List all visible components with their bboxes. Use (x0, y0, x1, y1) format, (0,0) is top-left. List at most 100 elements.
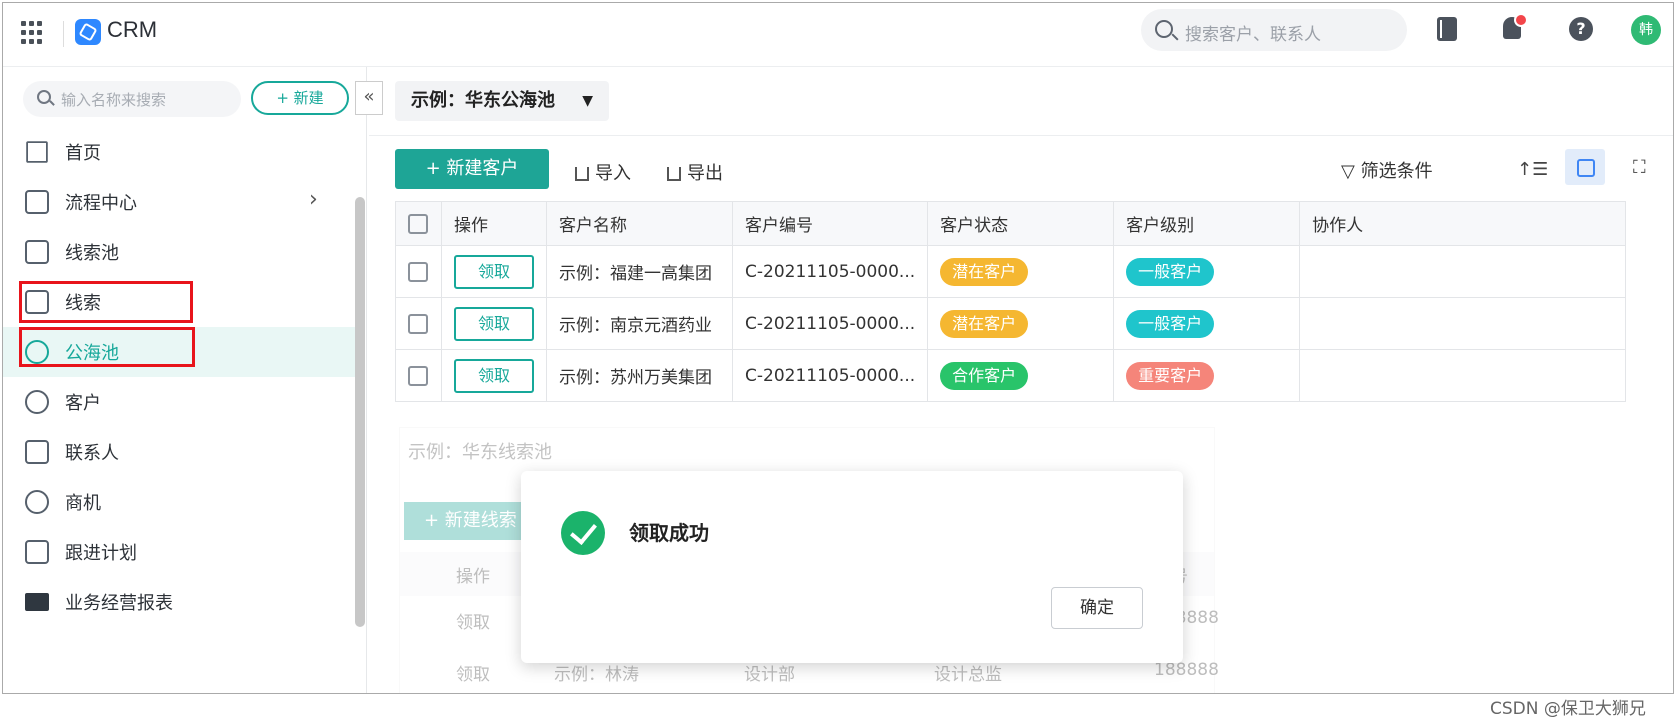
sidebar-item-label: 线索池 (65, 243, 119, 264)
status-cell: 潜在客户 (927, 297, 1115, 350)
notification-bell-icon[interactable] (1503, 13, 1528, 39)
column-header[interactable]: 客户名称 (546, 201, 733, 246)
chevron-down-icon: ▼ (582, 93, 593, 109)
chevron-right-icon: › (309, 187, 318, 212)
crm-logo-icon (75, 19, 101, 45)
collaborator-cell (1299, 349, 1627, 402)
sidebar-item-follow-plan[interactable]: 跟进计划 (3, 527, 355, 577)
status-badge: 潜在客户 (940, 309, 1029, 338)
column-header[interactable]: 客户编号 (731, 201, 929, 246)
background-title: 设计总监 (934, 665, 1002, 685)
filter-button[interactable]: ▽ 筛选条件 (1341, 157, 1433, 183)
sidebar-item-label: 首页 (65, 143, 101, 164)
divider (369, 135, 1673, 136)
folder-icon (25, 593, 49, 611)
row-checkbox-cell (395, 245, 442, 298)
row-checkbox-cell (395, 349, 442, 402)
customer-code: C-20211105-0000... (731, 297, 929, 350)
sort-icon[interactable]: ↑☰ (1517, 159, 1548, 180)
collapse-sidebar-button[interactable]: « (355, 81, 383, 115)
sidebar-item-label: 流程中心 (65, 193, 137, 214)
row-checkbox[interactable] (408, 261, 428, 282)
confirm-button[interactable]: 确定 (1051, 587, 1143, 629)
lead-pool-icon (25, 240, 49, 264)
row-checkbox[interactable] (408, 313, 428, 334)
sidebar-item-customers[interactable]: 客户 (3, 377, 355, 427)
sidebar-item-business-report[interactable]: 业务经营报表 (3, 577, 355, 627)
background-dept: 设计部 (744, 665, 795, 685)
export-icon (667, 167, 681, 181)
background-pool-selector: 示例：华东线索池 (408, 442, 552, 463)
pool-selector[interactable]: 示例：华东公海池 ▼ (395, 81, 609, 121)
fullscreen-icon[interactable]: ⛶ (1633, 157, 1646, 178)
level-badge: 重要客户 (1126, 361, 1215, 390)
sidebar-item-lead-pool[interactable]: 线索池 (3, 227, 355, 277)
collaborator-cell (1299, 245, 1627, 298)
help-icon[interactable]: ? (1569, 17, 1593, 41)
export-button[interactable]: 导出 (667, 159, 723, 185)
app-title: CRM (107, 17, 158, 42)
search-icon (1155, 20, 1173, 38)
customer-icon (25, 390, 49, 414)
customer-name[interactable]: 示例：福建一高集团 (546, 245, 733, 298)
claim-button[interactable]: 领取 (454, 254, 534, 289)
filter-icon: ▽ (1341, 161, 1361, 182)
background-header-action: 操作 (456, 567, 490, 587)
sidebar-item-label: 联系人 (65, 443, 119, 464)
claim-button[interactable]: 领取 (454, 358, 534, 393)
customer-code: C-20211105-0000... (731, 349, 929, 402)
contact-icon (25, 440, 49, 464)
success-dialog: 领取成功 确定 (521, 471, 1183, 663)
global-search-input[interactable]: 搜索客户、联系人 (1141, 9, 1407, 51)
table-row: 领取 示例：南京元酒药业 C-20211105-0000... 潜在客户 一般客… (395, 297, 1627, 350)
level-badge: 一般客户 (1126, 309, 1215, 338)
import-icon (575, 167, 589, 181)
column-header[interactable]: 协作人 (1299, 201, 1627, 246)
customer-name[interactable]: 示例：南京元酒药业 (546, 297, 733, 350)
table-row: 领取 示例：苏州万美集团 C-20211105-0000... 合作客户 重要客… (395, 349, 1627, 402)
new-customer-button[interactable]: + 新建客户 (395, 149, 549, 189)
sidebar-item-opportunities[interactable]: 商机 (3, 477, 355, 527)
column-header[interactable]: 客户状态 (927, 201, 1115, 246)
sidebar-search-placeholder: 输入名称来搜索 (61, 91, 167, 109)
table-row: 领取 示例：福建一高集团 C-20211105-0000... 潜在客户 一般客… (395, 245, 1627, 298)
import-label: 导入 (595, 163, 631, 184)
view-toggle-icon[interactable] (1565, 149, 1605, 185)
collaborator-cell (1299, 297, 1627, 350)
sidebar-new-button[interactable]: + 新建 (251, 81, 349, 115)
dialog-message: 领取成功 (629, 521, 709, 545)
sidebar-item-home[interactable]: 首页 (3, 127, 355, 177)
highlight-box-leads (19, 281, 193, 323)
check-circle-icon (561, 511, 605, 555)
sidebar-item-flow-center[interactable]: 流程中心 › (3, 177, 355, 227)
select-all-cell (395, 201, 442, 246)
user-avatar[interactable]: 韩 (1631, 15, 1661, 45)
opportunity-icon (25, 490, 49, 514)
background-claim-button: 领取 (456, 665, 490, 685)
select-all-checkbox[interactable] (408, 213, 428, 234)
action-cell: 领取 (441, 349, 547, 402)
sidebar-item-contacts[interactable]: 联系人 (3, 427, 355, 477)
row-checkbox[interactable] (408, 365, 428, 386)
status-badge: 合作客户 (940, 361, 1029, 390)
level-badge: 一般客户 (1126, 257, 1215, 286)
customer-code: C-20211105-0000... (731, 245, 929, 298)
level-cell: 一般客户 (1113, 245, 1301, 298)
table-header-row: 操作 客户名称 客户编号 客户状态 客户级别 协作人 (395, 201, 1627, 246)
sidebar: 输入名称来搜索 + 新建 首页 流程中心 › 线索池 线索 公海池 客户 联系人… (3, 67, 367, 693)
sidebar-search-input[interactable]: 输入名称来搜索 (23, 81, 241, 117)
app-grid-icon[interactable] (21, 21, 45, 45)
sidebar-scrollbar[interactable] (355, 197, 365, 627)
address-book-icon[interactable] (1437, 17, 1457, 41)
pool-selector-label: 示例：华东公海池 (411, 90, 555, 111)
plan-icon (25, 540, 49, 564)
customer-name[interactable]: 示例：苏州万美集团 (546, 349, 733, 402)
claim-button[interactable]: 领取 (454, 306, 534, 341)
import-button[interactable]: 导入 (575, 159, 631, 185)
status-badge: 潜在客户 (940, 257, 1029, 286)
background-claim-button: 领取 (456, 613, 490, 633)
customer-table: 操作 客户名称 客户编号 客户状态 客户级别 协作人 领取 示例：福建一高集团 … (395, 201, 1627, 402)
level-cell: 重要客户 (1113, 349, 1301, 402)
sidebar-item-label: 客户 (65, 393, 101, 414)
column-header[interactable]: 客户级别 (1113, 201, 1301, 246)
